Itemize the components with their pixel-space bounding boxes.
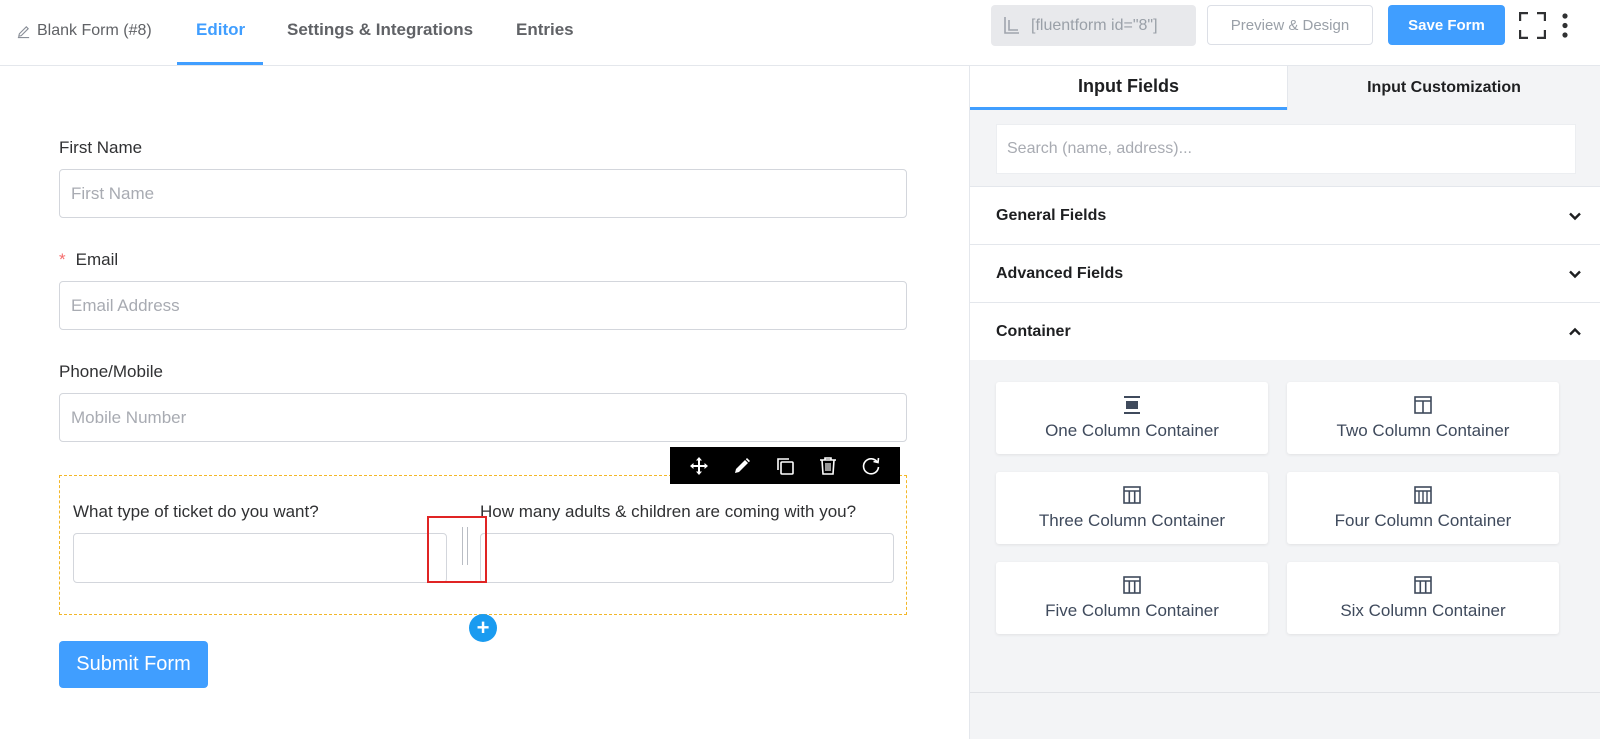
tab-settings-integrations[interactable]: Settings & Integrations (287, 20, 473, 40)
ticket-type-label: What type of ticket do you want? (73, 502, 319, 521)
top-bar: Blank Form (#8) Editor Settings & Integr… (0, 0, 1600, 66)
tab-input-customization[interactable]: Input Customization (1287, 66, 1600, 110)
section-general-fields[interactable]: General Fields (970, 186, 1600, 244)
one-column-label: One Column Container (1045, 421, 1219, 440)
first-name-label: First Name (59, 138, 143, 157)
one-column-icon (1124, 396, 1140, 414)
container-label: Container (996, 322, 1071, 340)
six-column-container-card[interactable]: Six Column Container (1287, 562, 1559, 634)
two-column-label: Two Column Container (1336, 421, 1510, 440)
field-search-input[interactable]: Search (name, address)... (996, 124, 1576, 174)
form-name-text: Blank Form (#8) (37, 22, 152, 39)
tab-editor[interactable]: Editor (196, 20, 245, 40)
tab-input-fields[interactable]: Input Fields (970, 66, 1287, 110)
six-column-icon (1414, 576, 1432, 594)
general-fields-label: General Fields (996, 206, 1107, 224)
tab-entries[interactable]: Entries (516, 20, 574, 40)
shortcode-copy[interactable]: [fluentform id="8"] (991, 5, 1196, 46)
phone-placeholder: Mobile Number (71, 407, 187, 427)
section-advanced-fields[interactable]: Advanced Fields (970, 244, 1600, 302)
more-options-icon[interactable] (1561, 12, 1569, 39)
email-placeholder: Email Address (71, 295, 180, 315)
advanced-fields-label: Advanced Fields (996, 264, 1124, 282)
chevron-down-icon (1569, 212, 1581, 220)
chevron-up-icon (1569, 327, 1581, 335)
four-column-label: Four Column Container (1334, 511, 1512, 530)
email-label: * Email (59, 250, 118, 270)
sidebar: Input Fields Input Customization Search … (970, 66, 1600, 739)
column-resize-handle[interactable] (427, 516, 487, 583)
preview-design-button[interactable]: Preview & Design (1207, 5, 1373, 45)
refresh-icon[interactable] (861, 456, 881, 476)
phone-input[interactable]: Mobile Number (59, 393, 907, 442)
add-field-button[interactable]: + (469, 614, 497, 642)
required-asterisk: * (59, 250, 66, 269)
three-column-label: Three Column Container (1038, 511, 1226, 530)
duplicate-icon[interactable] (775, 456, 795, 476)
first-name-placeholder: First Name (71, 183, 155, 203)
first-name-input[interactable]: First Name (59, 169, 907, 218)
shortcode-text: [fluentform id="8"] (1031, 16, 1158, 34)
two-column-icon (1414, 396, 1432, 414)
email-input[interactable]: Email Address (59, 281, 907, 330)
delete-icon[interactable] (818, 456, 838, 476)
five-column-icon (1123, 576, 1141, 594)
three-column-container-card[interactable]: Three Column Container (996, 472, 1268, 544)
resize-grip (462, 527, 468, 565)
field-action-toolbar (670, 447, 900, 484)
sidebar-bottom-divider (970, 692, 1600, 693)
form-name[interactable]: Blank Form (#8) (16, 20, 152, 42)
four-column-container-card[interactable]: Four Column Container (1287, 472, 1559, 544)
save-form-button[interactable]: Save Form (1388, 5, 1505, 45)
fullscreen-icon[interactable] (1519, 12, 1546, 39)
edit-icon[interactable] (732, 456, 752, 476)
ticket-type-input[interactable] (73, 533, 447, 583)
email-label-text: Email (75, 250, 119, 269)
four-column-icon (1414, 486, 1432, 504)
guests-count-input[interactable] (480, 533, 894, 583)
phone-label: Phone/Mobile (59, 362, 163, 381)
five-column-container-card[interactable]: Five Column Container (996, 562, 1268, 634)
section-container[interactable]: Container (970, 302, 1600, 360)
one-column-container-card[interactable]: One Column Container (996, 382, 1268, 454)
two-column-container-card[interactable]: Two Column Container (1287, 382, 1559, 454)
active-tab-indicator (177, 62, 263, 65)
guests-count-label: How many adults & children are coming wi… (480, 502, 857, 521)
chevron-down-icon (1569, 270, 1581, 278)
move-icon[interactable] (689, 456, 709, 476)
three-column-icon (1123, 486, 1141, 504)
two-column-container[interactable]: What type of ticket do you want? How man… (59, 475, 907, 615)
search-placeholder: Search (name, address)... (1007, 140, 1192, 157)
five-column-label: Five Column Container (1045, 601, 1219, 620)
edit-pen-icon (17, 25, 30, 38)
submit-form-button[interactable]: Submit Form (59, 641, 208, 688)
copy-icon (1004, 16, 1019, 34)
six-column-label: Six Column Container (1340, 601, 1506, 620)
